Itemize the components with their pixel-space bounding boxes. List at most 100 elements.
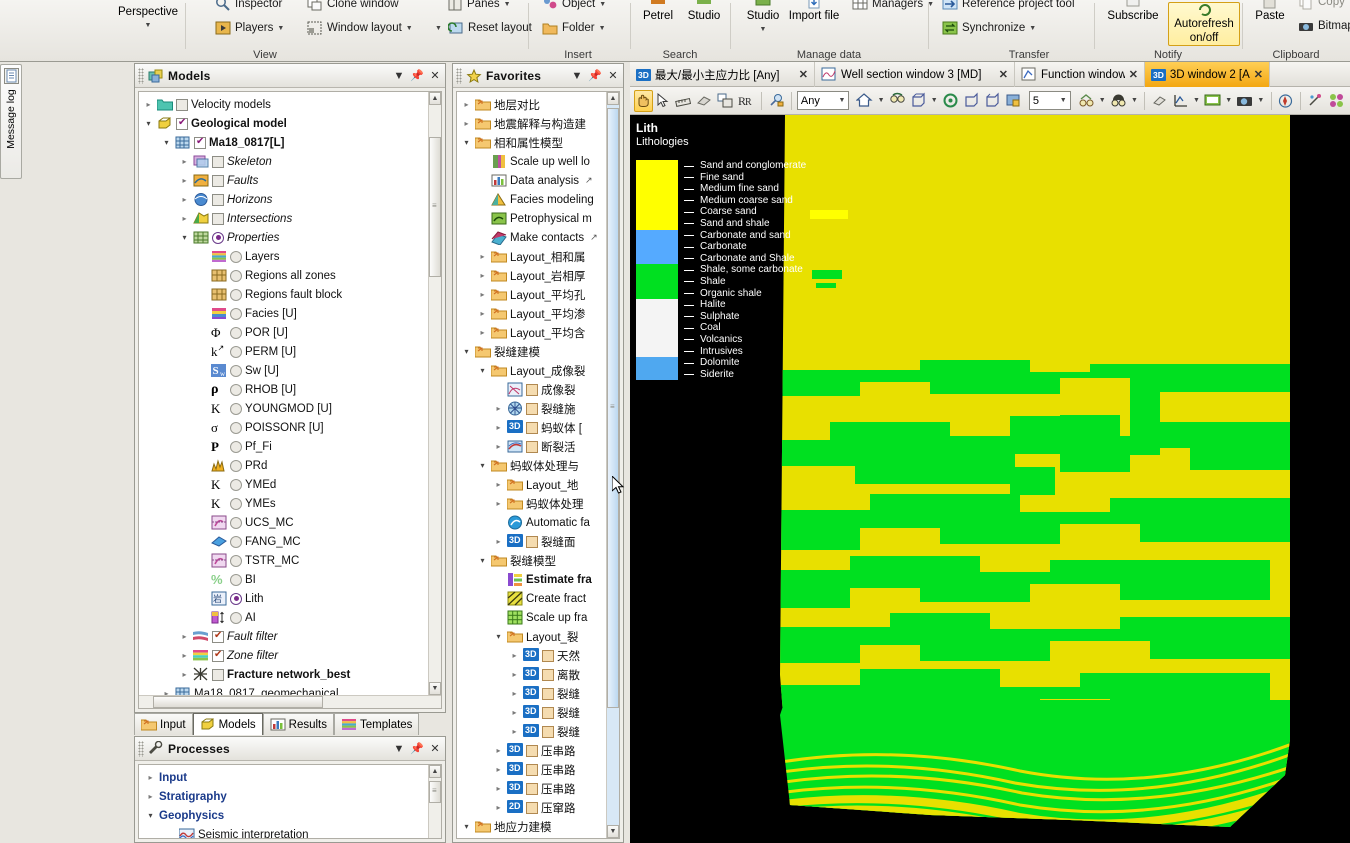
expander-icon[interactable] bbox=[477, 461, 488, 470]
tree-checkbox[interactable] bbox=[526, 402, 538, 415]
close-icon[interactable]: ✕ bbox=[428, 742, 442, 756]
tree-checkbox[interactable] bbox=[176, 117, 188, 130]
scroll-up-arrow[interactable]: ▲ bbox=[607, 92, 619, 105]
tree-checkbox[interactable] bbox=[542, 725, 554, 738]
tree-row[interactable]: Layout_裂 bbox=[459, 627, 606, 646]
tree-row[interactable]: 3D 离散 bbox=[459, 665, 606, 684]
tree-row[interactable]: Facies [U] bbox=[141, 304, 428, 323]
expander-icon[interactable] bbox=[493, 480, 504, 489]
tree-row[interactable]: 地应力建模 bbox=[459, 817, 606, 836]
binoculars-b-icon[interactable] bbox=[1109, 90, 1128, 112]
tree-row[interactable]: Make contacts ↗ bbox=[459, 228, 606, 247]
expander-icon[interactable] bbox=[477, 290, 488, 299]
tree-checkbox[interactable] bbox=[542, 649, 554, 662]
tree-row[interactable]: Φ POR [U] bbox=[141, 323, 428, 342]
pin-icon[interactable]: 📌 bbox=[410, 69, 424, 83]
tree-row[interactable]: 成像裂 bbox=[459, 380, 606, 399]
expander-icon[interactable] bbox=[493, 632, 504, 641]
studio-button[interactable]: Studio ▼ bbox=[738, 0, 788, 36]
tree-row[interactable]: Regions all zones bbox=[141, 266, 428, 285]
clear-icon[interactable] bbox=[1150, 90, 1169, 112]
inspector-button[interactable]: Inspector bbox=[215, 0, 282, 12]
chevron-down-icon[interactable]: ▼ bbox=[838, 97, 845, 104]
message-log-tab[interactable]: Message log bbox=[0, 64, 22, 179]
panel-menu-button[interactable]: ▼ bbox=[392, 742, 406, 756]
expander-icon[interactable] bbox=[461, 100, 472, 109]
expander-icon[interactable] bbox=[493, 499, 504, 508]
tree-row[interactable]: 地震解释与构造建 bbox=[459, 114, 606, 133]
expander-icon[interactable] bbox=[493, 404, 504, 413]
bounding-box-icon[interactable] bbox=[909, 90, 928, 112]
processes-tree[interactable]: Input Stratigraphy Geophysics Seismic inter… bbox=[139, 765, 428, 838]
paste-button[interactable]: Paste bbox=[1248, 0, 1292, 23]
camera-icon[interactable] bbox=[1235, 90, 1254, 112]
subscribe-button[interactable]: Subscribe bbox=[1102, 0, 1164, 23]
home-view-icon[interactable] bbox=[855, 90, 874, 112]
tree-checkbox[interactable] bbox=[526, 763, 538, 776]
expander-icon[interactable] bbox=[509, 727, 520, 736]
view-tab-2[interactable]: Function window 4 ✕ bbox=[1015, 62, 1145, 87]
measure-ruler-icon[interactable] bbox=[674, 90, 693, 112]
tree-row[interactable]: Geophysics bbox=[141, 806, 428, 825]
chevron-down-icon[interactable]: ▼ bbox=[1256, 90, 1265, 112]
tree-row[interactable]: Horizons bbox=[141, 190, 428, 209]
expander-icon[interactable] bbox=[145, 811, 156, 820]
tree-radio[interactable] bbox=[230, 402, 242, 415]
chevron-down-icon[interactable]: ▼ bbox=[1192, 90, 1201, 112]
tree-row[interactable]: Estimate fra bbox=[459, 570, 606, 589]
tree-row[interactable]: Properties bbox=[141, 228, 428, 247]
chevron-down-icon[interactable]: ▼ bbox=[118, 19, 178, 32]
center-target-icon[interactable] bbox=[941, 90, 960, 112]
tree-row[interactable]: Layout_平均含 bbox=[459, 323, 606, 342]
tree-row[interactable]: Faults bbox=[141, 171, 428, 190]
scroll-thumb[interactable] bbox=[429, 137, 441, 277]
explorer-tab-models[interactable]: Models bbox=[192, 713, 263, 735]
tree-radio[interactable] bbox=[230, 497, 242, 510]
tree-radio[interactable] bbox=[230, 573, 242, 586]
chevron-down-icon[interactable]: ▼ bbox=[504, 1, 511, 8]
expander-icon[interactable] bbox=[477, 271, 488, 280]
clone-window-button[interactable]: Clone window bbox=[307, 0, 399, 12]
tree-radio[interactable] bbox=[230, 440, 242, 453]
explorer-tab-results[interactable]: Results bbox=[262, 713, 335, 735]
tree-checkbox[interactable] bbox=[542, 687, 554, 700]
perspective-button[interactable]: Perspective ▼ bbox=[118, 6, 178, 32]
expander-icon[interactable] bbox=[143, 119, 154, 128]
tree-row[interactable]: 地层对比 bbox=[459, 95, 606, 114]
tree-checkbox[interactable] bbox=[212, 193, 224, 206]
tree-radio[interactable] bbox=[230, 535, 242, 548]
close-icon[interactable]: ✕ bbox=[428, 69, 442, 83]
expander-icon[interactable] bbox=[509, 689, 520, 698]
tree-row[interactable]: Stratigraphy bbox=[141, 787, 428, 806]
expander-icon[interactable] bbox=[461, 138, 472, 147]
tree-checkbox[interactable] bbox=[526, 440, 538, 453]
tree-radio[interactable] bbox=[230, 288, 242, 301]
tree-row[interactable]: 3D 压串路 bbox=[459, 779, 606, 798]
view-tab-1[interactable]: Well section window 3 [MD] ✕ bbox=[815, 62, 1015, 87]
tree-radio[interactable] bbox=[230, 421, 242, 434]
pin-icon[interactable]: 📌 bbox=[588, 69, 602, 83]
chevron-down-icon[interactable]: ▼ bbox=[738, 23, 788, 36]
scroll-down-arrow[interactable]: ▼ bbox=[429, 682, 441, 695]
tree-row[interactable]: Data analysis ↗ bbox=[459, 171, 606, 190]
tree-checkbox[interactable] bbox=[526, 421, 538, 434]
annotation-icon[interactable] bbox=[1203, 90, 1222, 112]
tree-radio[interactable] bbox=[230, 364, 242, 377]
models-hscrollbar[interactable] bbox=[139, 695, 441, 708]
scroll-thumb[interactable] bbox=[429, 781, 441, 803]
tree-radio[interactable] bbox=[230, 307, 242, 320]
scroll-thumb[interactable] bbox=[153, 696, 323, 708]
tree-row[interactable]: 蚂蚁体处理与 bbox=[459, 456, 606, 475]
tree-row[interactable]: K YOUNGMOD [U] bbox=[141, 399, 428, 418]
tree-row[interactable]: Scale up well lo bbox=[459, 152, 606, 171]
close-icon[interactable]: ✕ bbox=[999, 68, 1008, 81]
tree-row[interactable]: Layout_岩相厚 bbox=[459, 266, 606, 285]
panel-menu-button[interactable]: ▼ bbox=[392, 69, 406, 83]
tree-row[interactable]: Automatic fa bbox=[459, 513, 606, 532]
light-source-icon[interactable] bbox=[767, 90, 786, 112]
tree-row[interactable]: Scale up fra bbox=[459, 608, 606, 627]
tree-row[interactable]: Create fract bbox=[459, 589, 606, 608]
tree-checkbox[interactable] bbox=[212, 155, 224, 168]
chevron-down-icon[interactable]: ▼ bbox=[599, 25, 606, 32]
chevron-down-icon[interactable]: ▼ bbox=[277, 25, 284, 32]
